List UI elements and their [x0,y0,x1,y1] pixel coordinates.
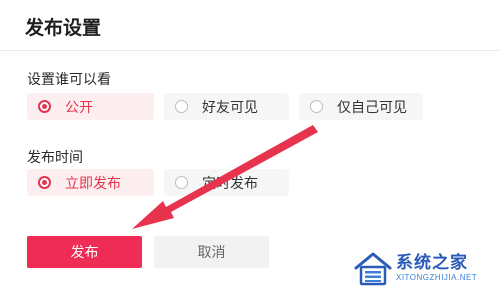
page-title: 发布设置 [25,17,102,39]
publish-time-option-label: 定时发布 [202,175,258,192]
publish-time-option-now[interactable]: 立即发布 [27,169,154,196]
publish-time-section-label: 发布时间 [27,150,83,166]
site-watermark: 系统之家 XITONGZHIJIA.NET [352,246,498,292]
cancel-button[interactable]: 取消 [154,236,269,268]
radio-checked-icon [38,176,51,189]
radio-unchecked-icon [175,176,188,189]
visibility-option-public[interactable]: 公开 [27,93,154,120]
radio-unchecked-icon [175,100,188,113]
house-logo-icon [354,252,392,286]
radio-checked-icon [38,100,51,113]
radio-unchecked-icon [310,100,323,113]
visibility-option-label: 仅自己可见 [337,99,407,116]
visibility-section-label: 设置谁可以看 [27,72,111,88]
publish-time-option-label: 立即发布 [65,175,121,192]
settings-header: 发布设置 [0,0,500,51]
visibility-option-label: 好友可见 [202,99,258,116]
publish-button[interactable]: 发布 [27,236,142,268]
visibility-option-friends[interactable]: 好友可见 [164,93,289,120]
visibility-option-only-me[interactable]: 仅自己可见 [299,93,423,120]
watermark-brand: 系统之家 [396,253,468,273]
watermark-url: XITONGZHIJIA.NET [396,273,478,282]
visibility-option-label: 公开 [65,99,93,116]
publish-time-option-scheduled[interactable]: 定时发布 [164,169,289,196]
